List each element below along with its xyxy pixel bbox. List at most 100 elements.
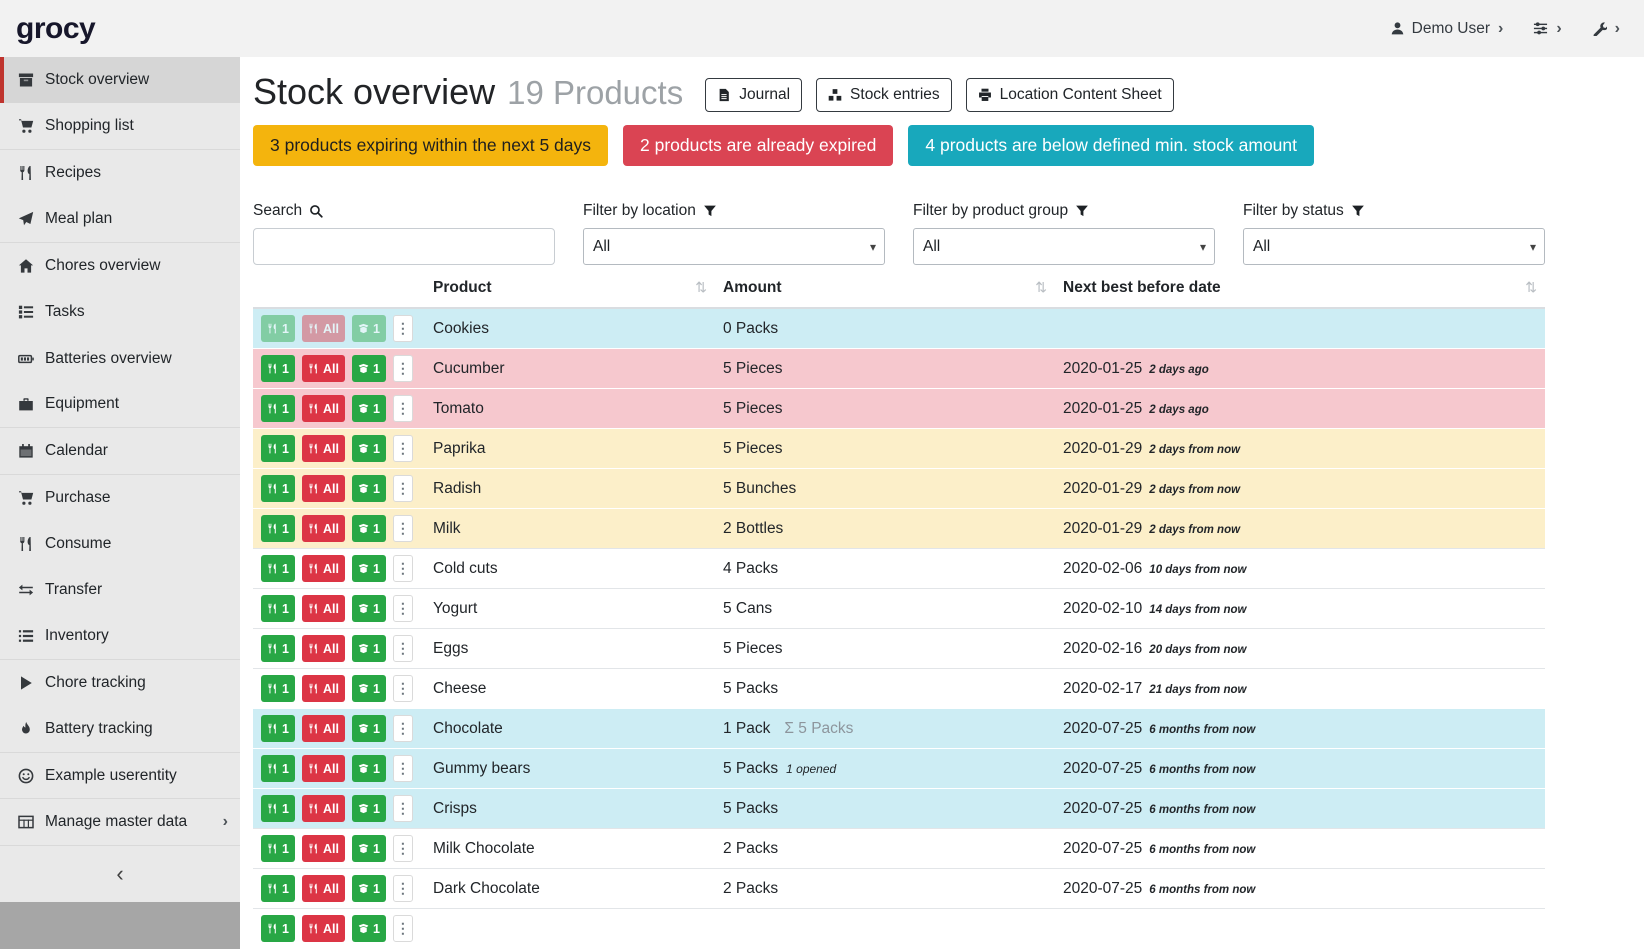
consume-all-button[interactable]: All (302, 835, 345, 862)
consume-all-button[interactable]: All (302, 795, 345, 822)
consume-all-button[interactable]: All (302, 555, 345, 582)
row-menu-button[interactable]: ⋮ (393, 835, 413, 862)
open-one-button[interactable]: 1 (352, 795, 386, 822)
sort-icon[interactable]: ⇅ (695, 279, 707, 296)
sidebar-item-meal-plan[interactable]: Meal plan (0, 196, 240, 242)
open-one-button[interactable]: 1 (352, 595, 386, 622)
sidebar-item-calendar[interactable]: Calendar (0, 428, 240, 474)
consume-one-button[interactable]: 1 (261, 755, 295, 782)
row-menu-button[interactable]: ⋮ (393, 435, 413, 462)
user-menu[interactable]: Demo User › (1390, 20, 1504, 38)
banner-warning[interactable]: 3 products expiring within the next 5 da… (253, 125, 608, 166)
consume-all-button[interactable]: All (302, 635, 345, 662)
row-menu-button[interactable]: ⋮ (393, 555, 413, 582)
consume-all-button[interactable]: All (302, 675, 345, 702)
row-menu-button[interactable]: ⋮ (393, 355, 413, 382)
consume-one-button[interactable]: 1 (261, 555, 295, 582)
open-one-button[interactable]: 1 (352, 515, 386, 542)
row-menu-button[interactable]: ⋮ (393, 595, 413, 622)
open-one-button[interactable]: 1 (352, 315, 386, 342)
open-one-button[interactable]: 1 (352, 555, 386, 582)
open-one-button[interactable]: 1 (352, 675, 386, 702)
consume-all-button[interactable]: All (302, 755, 345, 782)
consume-all-button[interactable]: All (302, 915, 345, 942)
consume-all-button[interactable]: All (302, 715, 345, 742)
consume-one-button[interactable]: 1 (261, 915, 295, 942)
row-menu-button[interactable]: ⋮ (393, 315, 413, 342)
open-one-button[interactable]: 1 (352, 755, 386, 782)
consume-one-button[interactable]: 1 (261, 475, 295, 502)
consume-one-button[interactable]: 1 (261, 395, 295, 422)
banner-danger[interactable]: 2 products are already expired (623, 125, 893, 166)
sidebar-item-equipment[interactable]: Equipment (0, 382, 240, 428)
sidebar-item-recipes[interactable]: Recipes (0, 150, 240, 196)
filter-by-status-select[interactable]: All▾ (1243, 228, 1545, 265)
search-input[interactable] (253, 228, 555, 265)
column-amount[interactable]: ⇅Amount (715, 273, 1055, 308)
sidebar-item-chores-overview[interactable]: Chores overview (0, 243, 240, 289)
sidebar-item-manage-master-data[interactable]: Manage master data› (0, 799, 240, 845)
sidebar-collapse-button[interactable]: ‹ (0, 846, 240, 902)
admin-menu[interactable]: › (1592, 20, 1620, 38)
open-one-button[interactable]: 1 (352, 435, 386, 462)
open-one-button[interactable]: 1 (352, 835, 386, 862)
sidebar-item-example-userentity[interactable]: Example userentity (0, 753, 240, 799)
stock-entries-button[interactable]: Stock entries (816, 78, 952, 112)
consume-one-button[interactable]: 1 (261, 515, 295, 542)
sidebar-item-stock-overview[interactable]: Stock overview (0, 57, 240, 103)
open-one-button[interactable]: 1 (352, 355, 386, 382)
consume-all-button[interactable]: All (302, 435, 345, 462)
app-logo[interactable]: grocy (16, 12, 95, 46)
location-content-sheet-button[interactable]: Location Content Sheet (966, 78, 1174, 112)
consume-all-button[interactable]: All (302, 355, 345, 382)
consume-one-button[interactable]: 1 (261, 675, 295, 702)
filter-by-product-group-select[interactable]: All▾ (913, 228, 1215, 265)
row-menu-button[interactable]: ⋮ (393, 475, 413, 502)
open-one-button[interactable]: 1 (352, 915, 386, 942)
consume-one-button[interactable]: 1 (261, 315, 295, 342)
consume-all-button[interactable]: All (302, 315, 345, 342)
row-menu-button[interactable]: ⋮ (393, 515, 413, 542)
filter-by-location-select[interactable]: All▾ (583, 228, 885, 265)
consume-all-button[interactable]: All (302, 595, 345, 622)
row-menu-button[interactable]: ⋮ (393, 675, 413, 702)
sidebar-item-transfer[interactable]: Transfer (0, 567, 240, 613)
row-menu-button[interactable]: ⋮ (393, 915, 413, 942)
consume-all-button[interactable]: All (302, 515, 345, 542)
open-one-button[interactable]: 1 (352, 715, 386, 742)
open-one-button[interactable]: 1 (352, 635, 386, 662)
sidebar-item-battery-tracking[interactable]: Battery tracking (0, 706, 240, 752)
row-menu-button[interactable]: ⋮ (393, 875, 413, 902)
sidebar-item-purchase[interactable]: Purchase (0, 475, 240, 521)
consume-all-button[interactable]: All (302, 875, 345, 902)
consume-one-button[interactable]: 1 (261, 875, 295, 902)
consume-one-button[interactable]: 1 (261, 435, 295, 462)
open-one-button[interactable]: 1 (352, 395, 386, 422)
row-menu-button[interactable]: ⋮ (393, 395, 413, 422)
consume-all-button[interactable]: All (302, 395, 345, 422)
consume-one-button[interactable]: 1 (261, 715, 295, 742)
sidebar-item-batteries-overview[interactable]: Batteries overview (0, 335, 240, 381)
sidebar-item-tasks[interactable]: Tasks (0, 289, 240, 335)
consume-one-button[interactable]: 1 (261, 795, 295, 822)
row-menu-button[interactable]: ⋮ (393, 635, 413, 662)
open-one-button[interactable]: 1 (352, 475, 386, 502)
sidebar-item-consume[interactable]: Consume (0, 521, 240, 567)
row-menu-button[interactable]: ⋮ (393, 795, 413, 822)
sort-icon[interactable]: ⇅ (1525, 279, 1537, 296)
row-menu-button[interactable]: ⋮ (393, 755, 413, 782)
consume-one-button[interactable]: 1 (261, 595, 295, 622)
journal-button[interactable]: Journal (705, 78, 802, 112)
consume-one-button[interactable]: 1 (261, 835, 295, 862)
row-menu-button[interactable]: ⋮ (393, 715, 413, 742)
sidebar-item-inventory[interactable]: Inventory (0, 614, 240, 660)
sidebar-item-shopping-list[interactable]: Shopping list (0, 103, 240, 149)
settings-menu[interactable]: › (1533, 20, 1561, 38)
sort-icon[interactable]: ⇅ (1035, 279, 1047, 296)
sidebar-item-chore-tracking[interactable]: Chore tracking (0, 660, 240, 706)
banner-info[interactable]: 4 products are below defined min. stock … (908, 125, 1314, 166)
consume-one-button[interactable]: 1 (261, 355, 295, 382)
consume-all-button[interactable]: All (302, 475, 345, 502)
open-one-button[interactable]: 1 (352, 875, 386, 902)
column-next-best-before-date[interactable]: ⇅Next best before date (1055, 273, 1545, 308)
